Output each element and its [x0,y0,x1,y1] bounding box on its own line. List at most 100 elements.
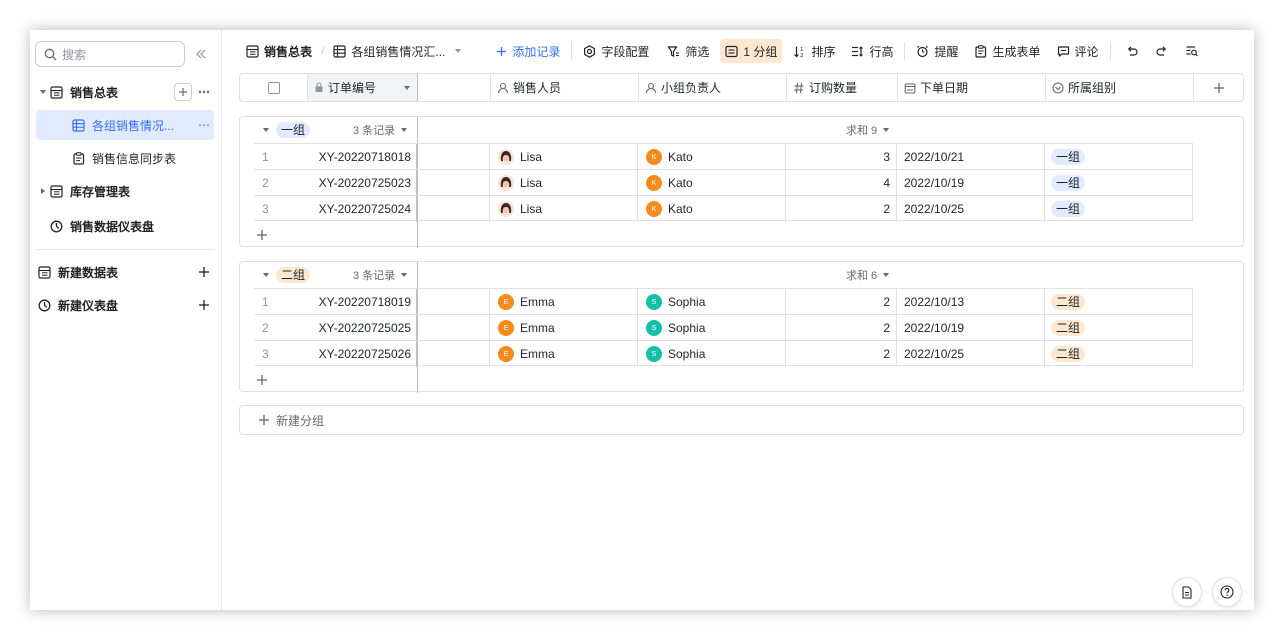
order-id-cell[interactable]: XY-20220725024 [309,196,417,222]
table-row[interactable]: 3 XY-20220725024 Lisa K Kato 2 2022/10/2… [254,195,1193,222]
leader-cell[interactable]: K Kato [638,144,786,170]
breadcrumb-table[interactable]: 销售总表 [241,39,317,63]
sidebar-item-dashboard[interactable]: 销售数据仪表盘 [36,211,214,241]
date-cell[interactable]: 2022/10/21 [897,144,1045,170]
quantity-cell[interactable]: 2 [786,315,897,341]
collapse-sidebar-icon[interactable] [195,48,207,60]
seller-cell[interactable]: E Emma [490,341,638,367]
group-badge: 一组 [1051,175,1086,191]
sidebar-item-sync-table[interactable]: 销售信息同步表 [36,143,214,173]
caret-down-icon[interactable] [262,126,270,134]
leader-cell[interactable]: S Sophia [638,289,786,315]
group-cell[interactable]: 二组 [1045,315,1193,341]
more-icon[interactable]: ⋯ [198,85,210,99]
sidebar-item-group-sales-view[interactable]: 各组销售情况... ⋯ [36,110,214,140]
comment-button[interactable]: 评论 [1052,39,1104,63]
quantity-cell[interactable]: 3 [786,144,897,170]
quantity-cell[interactable]: 4 [786,170,897,196]
select-all-checkbox[interactable] [240,74,308,101]
redo-icon[interactable] [1147,39,1177,63]
new-table-button[interactable]: 新建数据表 [36,257,214,287]
search-records-icon[interactable] [1177,39,1207,63]
seller-cell[interactable]: E Emma [490,315,638,341]
leader-cell[interactable]: S Sophia [638,315,786,341]
date-cell[interactable]: 2022/10/13 [897,289,1045,315]
date-cell[interactable]: 2022/10/19 [897,315,1045,341]
more-icon[interactable]: ⋯ [198,118,210,132]
add-row-button[interactable] [256,223,268,247]
add-field-button[interactable] [1194,74,1243,101]
add-row-button[interactable] [256,368,268,392]
sum-summary[interactable]: 求和 9 [846,122,890,138]
quantity-cell[interactable]: 2 [786,196,897,222]
reminder-button[interactable]: 提醒 [911,39,963,63]
new-dashboard-button[interactable]: 新建仪表盘 [36,290,214,320]
column-header-leader[interactable]: 小组负责人 [639,74,787,101]
search-input[interactable]: 搜索 [35,41,185,67]
blank-cell [417,341,490,367]
date-cell[interactable]: 2022/10/19 [897,170,1045,196]
caret-down-icon[interactable] [262,271,270,279]
seller-cell[interactable]: Lisa [490,144,638,170]
order-id-cell[interactable]: XY-20220725023 [309,170,417,196]
generate-form-button[interactable]: 生成表单 [969,39,1045,63]
document-icon[interactable] [1172,577,1202,607]
group-cell[interactable]: 一组 [1045,144,1193,170]
group-cell[interactable]: 一组 [1045,196,1193,222]
help-icon[interactable] [1212,577,1242,607]
table-row[interactable]: 3 XY-20220725026 E Emma S Sophia 2 2022/… [254,340,1193,367]
caret-down-icon[interactable] [36,88,50,96]
leader-name: Kato [668,202,693,216]
leader-cell[interactable]: K Kato [638,170,786,196]
column-header-order-id[interactable]: 订单编号 [308,74,418,101]
table-row[interactable]: 2 XY-20220725025 E Emma S Sophia 2 2022/… [254,314,1193,341]
undo-icon[interactable] [1117,39,1147,63]
row-height-button[interactable]: 行高 [846,39,898,63]
column-header-group[interactable]: 所属组别 [1046,74,1194,101]
column-header-date[interactable]: 下单日期 [898,74,1046,101]
plus-icon[interactable] [198,266,214,278]
filter-button[interactable]: 筛选 [662,39,714,63]
group-button[interactable]: 1 分组 [720,39,783,63]
quantity-cell[interactable]: 2 [786,289,897,315]
leader-cell[interactable]: S Sophia [638,341,786,367]
group-cell[interactable]: 二组 [1045,289,1193,315]
add-view-button[interactable] [174,83,192,101]
sidebar-item-inventory-table[interactable]: 库存管理表 [36,176,214,206]
date-cell[interactable]: 2022/10/25 [897,196,1045,222]
blank-cell [417,315,490,341]
order-id-cell[interactable]: XY-20220725026 [309,341,417,367]
group-cell[interactable]: 一组 [1045,170,1193,196]
table-row[interactable]: 1 XY-20220718018 Lisa K Kato 3 2022/10/2… [254,143,1193,170]
group-cell[interactable]: 二组 [1045,341,1193,367]
grid-view-icon [333,44,346,58]
column-header-quantity[interactable]: 订购数量 [787,74,898,101]
order-id-cell[interactable]: XY-20220718018 [309,144,417,170]
order-id-cell[interactable]: XY-20220718019 [309,289,417,315]
order-id-cell[interactable]: XY-20220725025 [309,315,417,341]
plus-icon[interactable] [198,299,214,311]
column-header-seller[interactable]: 销售人员 [491,74,639,101]
view-selector[interactable]: 各组销售情况汇... [328,39,467,63]
date-cell[interactable]: 2022/10/25 [897,341,1045,367]
table-row[interactable]: 2 XY-20220725023 Lisa K Kato 4 2022/10/1… [254,169,1193,196]
row-index: 1 [262,295,269,309]
sidebar-item-sales-table[interactable]: 销售总表 ⋯ [36,77,214,107]
quantity-cell[interactable]: 2 [786,341,897,367]
sum-summary[interactable]: 求和 6 [846,267,890,283]
add-record-button[interactable]: 添加记录 [491,39,565,63]
seller-cell[interactable]: Lisa [490,170,638,196]
field-config-button[interactable]: 字段配置 [578,39,654,63]
caret-down-icon[interactable] [400,126,408,134]
caret-down-icon[interactable] [403,84,411,92]
caret-right-icon[interactable] [36,187,50,195]
seller-cell[interactable]: E Emma [490,289,638,315]
seller-cell[interactable]: Lisa [490,196,638,222]
leader-cell[interactable]: K Kato [638,196,786,222]
table-row[interactable]: 1 XY-20220718019 E Emma S Sophia 2 2022/… [254,288,1193,315]
column-label: 订单编号 [328,81,377,95]
caret-down-icon [454,47,462,55]
new-group-button[interactable]: 新建分组 [239,405,1244,435]
sort-button[interactable]: 12 排序 [788,39,840,63]
caret-down-icon[interactable] [400,271,408,279]
